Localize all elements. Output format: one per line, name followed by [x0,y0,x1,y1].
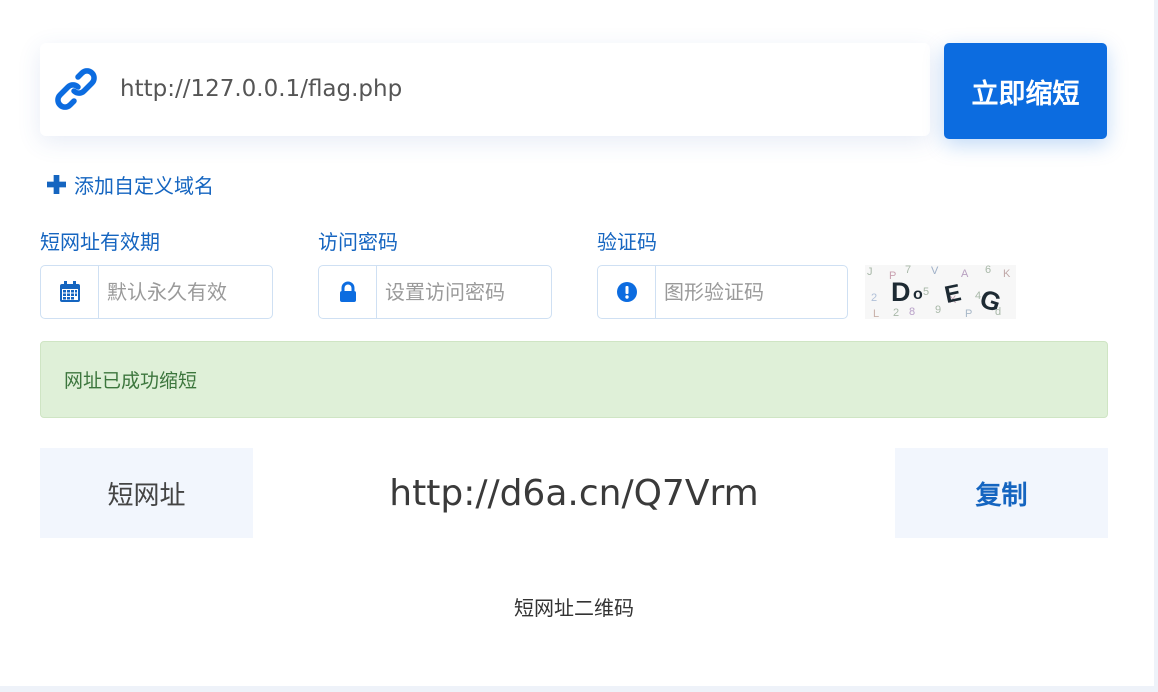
svg-text:L: L [873,308,879,319]
add-custom-domain-link[interactable]: 添加自定义域名 [47,170,214,198]
password-label: 访问密码 [318,230,398,254]
main-panel: 立即缩短 添加自定义域名 短网址有效期 访问密码 验证码 [0,0,1154,686]
expiry-field [40,265,273,319]
url-input-box [40,43,930,136]
captcha-graphic: JP7 VA6 K2 5 X 4L 289 Pd D o E G [867,264,1011,320]
svg-text:2: 2 [871,292,877,304]
captcha-field [597,265,848,319]
expiry-label: 短网址有效期 [40,230,160,254]
calendar-icon [59,281,80,302]
svg-text:A: A [961,268,969,280]
svg-text:2: 2 [893,307,899,319]
svg-text:o: o [913,286,923,303]
captcha-label: 验证码 [597,230,657,254]
svg-text:7: 7 [905,265,911,276]
expiry-input[interactable] [99,266,272,318]
svg-text:P: P [965,308,972,319]
svg-text:D: D [891,277,911,307]
svg-text:5: 5 [923,286,929,298]
captcha-input[interactable] [656,266,847,318]
svg-text:6: 6 [985,265,991,276]
lock-icon [339,281,356,302]
svg-text:K: K [1003,268,1011,280]
svg-text:E: E [942,279,963,309]
short-url-label: 短网址 [40,448,253,538]
captcha-image[interactable]: JP7 VA6 K25 X4L 289 Pd D o E G [865,264,1016,320]
add-custom-domain-label: 添加自定义域名 [74,173,214,198]
success-message: 网址已成功缩短 [64,370,198,392]
svg-text:9: 9 [935,304,941,316]
success-alert: 网址已成功缩短 [40,341,1108,418]
access-password-input[interactable] [377,266,551,318]
copy-button[interactable]: 复制 [895,448,1108,538]
exclamation-circle-icon [616,282,637,302]
short-url-value[interactable]: http://d6a.cn/Q7Vrm [253,448,895,538]
svg-text:J: J [867,266,873,278]
link-icon [55,68,97,110]
plus-icon [47,174,66,194]
password-field [318,265,552,319]
svg-text:8: 8 [909,306,915,318]
svg-text:V: V [931,265,939,277]
qr-code-label: 短网址二维码 [514,596,634,620]
url-input[interactable] [120,71,910,107]
shorten-button[interactable]: 立即缩短 [944,43,1107,139]
